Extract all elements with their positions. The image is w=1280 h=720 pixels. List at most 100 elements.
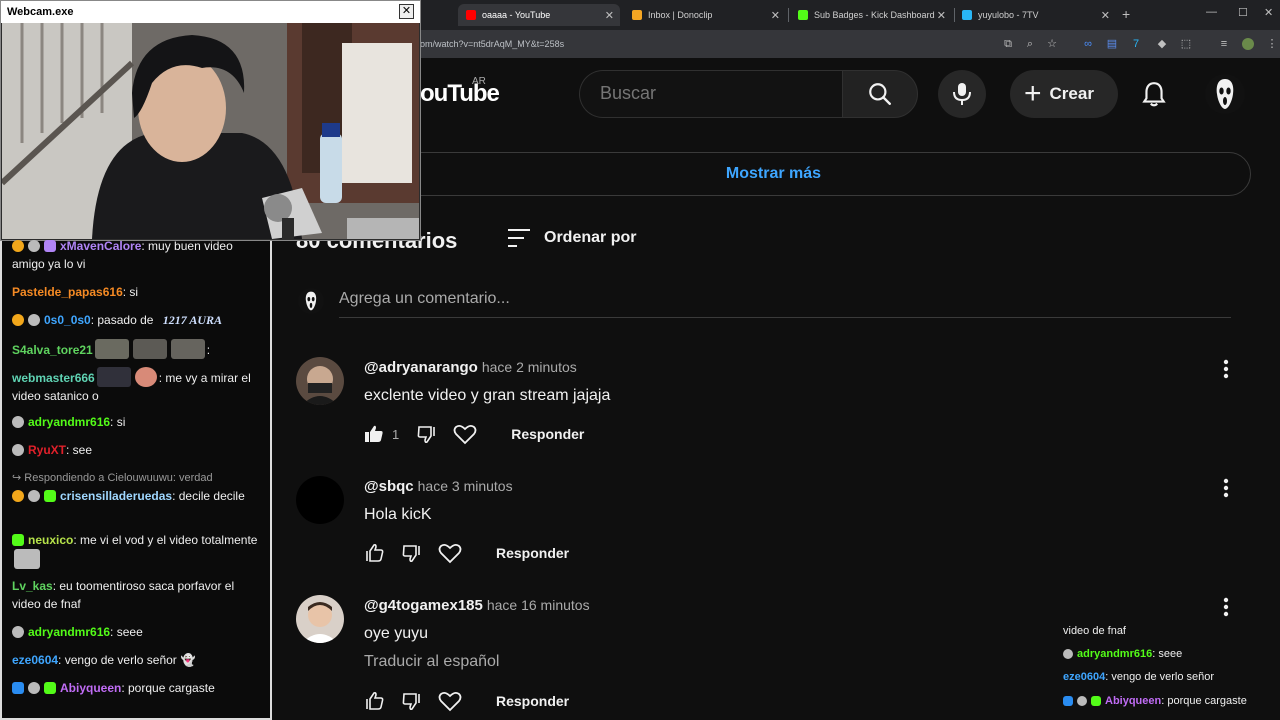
dislike-button[interactable] <box>398 539 426 567</box>
reply-button[interactable]: Responder <box>511 426 584 442</box>
chat-text: : me vi el vod y el video totalmente <box>73 533 258 547</box>
commenter-avatar[interactable] <box>296 595 344 643</box>
browser-menu-icon[interactable]: ⋮ <box>1266 38 1278 50</box>
chat-username[interactable]: adryandmr616 <box>28 625 110 639</box>
chat-username[interactable]: adryandmr616 <box>28 415 110 429</box>
sort-comments-button[interactable]: Ordenar por <box>506 227 636 249</box>
chat-username[interactable]: neuxico <box>28 533 73 547</box>
extension-diamond-icon[interactable]: ◆ <box>1156 38 1168 50</box>
like-button[interactable] <box>360 687 388 715</box>
translate-link[interactable]: Traducir al español <box>364 653 499 671</box>
comment-menu-button[interactable] <box>1216 595 1236 619</box>
close-tab-icon[interactable]: ✕ <box>937 9 946 22</box>
commenter-avatar[interactable] <box>296 357 344 405</box>
search-box[interactable] <box>579 70 842 118</box>
user-avatar[interactable] <box>1205 74 1245 114</box>
close-window-icon[interactable]: ✕ <box>1264 6 1273 19</box>
comment-author[interactable]: @adryanarango hace 2 minutos <box>364 359 577 376</box>
add-comment-input[interactable]: Agrega un comentario... <box>339 290 1231 318</box>
install-app-icon[interactable]: ⧉ <box>1002 38 1014 50</box>
tab-youtube[interactable]: oaaaa - YouTube ✕ <box>458 4 620 26</box>
reply-arrow-icon: ↪ <box>12 472 25 484</box>
mini-chat-line: video de fnaf <box>1063 625 1126 637</box>
7tv-extension-icon[interactable]: 7 <box>1130 38 1142 50</box>
media-controls-icon[interactable]: ≡ <box>1218 38 1230 50</box>
close-tab-icon[interactable]: ✕ <box>771 9 780 22</box>
search-button[interactable] <box>842 70 918 118</box>
heart-button[interactable] <box>436 539 464 567</box>
youtube-logo[interactable]: ouTube <box>420 80 500 108</box>
search-icon <box>869 83 891 105</box>
webcam-close-icon[interactable]: ✕ <box>399 4 414 19</box>
close-tab-icon[interactable]: ✕ <box>1101 9 1110 22</box>
voice-search-button[interactable] <box>938 70 986 118</box>
new-tab-icon[interactable]: + <box>1122 6 1130 22</box>
chat-message: 0s0_0s0: pasado de 1217 AURA <box>12 311 262 329</box>
bookmark-star-icon[interactable]: ☆ <box>1046 38 1058 50</box>
create-button[interactable]: + Crear <box>1010 70 1118 118</box>
chat-username[interactable]: Lv_kas <box>12 579 53 593</box>
maximize-icon[interactable]: ☐ <box>1238 6 1248 19</box>
dislike-button[interactable] <box>413 420 441 448</box>
chat-username[interactable]: Abiyqueen <box>60 681 121 695</box>
emote-image <box>96 367 131 387</box>
heart-button[interactable] <box>451 420 479 448</box>
reply-context[interactable]: ↪ Respondiendo a Cielouwuuwu: verdad <box>12 469 262 487</box>
zoom-icon[interactable]: ⌕ <box>1024 38 1036 50</box>
url-text[interactable]: om/watch?v=nt5drAqM_MY&t=258s <box>420 39 564 49</box>
chat-username[interactable]: S4alva_tore21 <box>12 343 93 357</box>
author-name[interactable]: @sbqc <box>364 478 414 495</box>
chat-username: adryandmr616 <box>1077 648 1153 660</box>
comment-author[interactable]: @sbqc hace 3 minutos <box>364 478 513 495</box>
extensions-puzzle-icon[interactable]: ⬚ <box>1180 38 1192 50</box>
reply-button[interactable]: Responder <box>496 545 569 561</box>
reply-button[interactable]: Responder <box>496 693 569 709</box>
chat-username[interactable]: webmaster666 <box>12 371 95 385</box>
mini-chat-text: video de fnaf <box>1063 625 1126 637</box>
emote-image <box>94 339 129 359</box>
mini-chat-line: eze0604: vengo de verlo señor <box>1063 671 1214 683</box>
dislike-button[interactable] <box>398 687 426 715</box>
chat-username[interactable]: eze0604 <box>12 653 58 667</box>
thumbs-down-icon <box>417 426 436 444</box>
microphone-icon <box>953 83 971 105</box>
comment-time[interactable]: hace 3 minutos <box>418 478 513 494</box>
translate-extension-icon[interactable]: ▤ <box>1106 38 1118 50</box>
mini-chat-text: : porque cargaste <box>1161 695 1247 707</box>
author-name[interactable]: @g4togamex185 <box>364 597 483 614</box>
bits-badge-icon <box>12 314 24 326</box>
minimize-icon[interactable]: — <box>1206 6 1217 18</box>
comment-menu-button[interactable] <box>1216 476 1236 500</box>
webcam-title: Webcam.exe <box>1 1 420 23</box>
chat-text: : <box>206 343 211 357</box>
search-input[interactable] <box>600 83 820 104</box>
chat-username[interactable]: xMavenCalore <box>60 239 141 253</box>
author-name[interactable]: @adryanarango <box>364 359 478 376</box>
chat-username[interactable]: RyuXT <box>28 443 66 457</box>
comment-text: oye yuyu <box>364 625 429 642</box>
extension-icon[interactable]: ∞ <box>1082 38 1094 50</box>
like-button[interactable] <box>360 420 388 448</box>
heart-button[interactable] <box>436 687 464 715</box>
commenter-avatar[interactable] <box>296 476 344 524</box>
close-tab-icon[interactable]: ✕ <box>605 9 614 22</box>
tab-7tv[interactable]: yuyulobo - 7TV ✕ <box>954 4 1116 26</box>
heart-icon <box>438 543 462 564</box>
bits-badge-icon <box>12 240 24 252</box>
notifications-button[interactable] <box>1132 72 1176 116</box>
emote-image <box>132 339 167 359</box>
chat-username[interactable]: crisensilladeruedas <box>60 489 172 503</box>
chat-username[interactable]: Pastelde_papas616 <box>12 285 123 299</box>
tab-kick-dashboard[interactable]: Sub Badges - Kick Dashboard ✕ <box>790 4 952 26</box>
comment-menu-button[interactable] <box>1216 357 1236 381</box>
reply-context-text: Respondiendo a Cielouwuuwu: verdad <box>24 472 213 484</box>
like-button[interactable] <box>360 539 388 567</box>
comment-time[interactable]: hace 2 minutos <box>482 359 577 375</box>
comment-author[interactable]: @g4togamex185 hace 16 minutos <box>364 597 590 614</box>
tab-donoclip[interactable]: Inbox | Donoclip ✕ <box>624 4 786 26</box>
comment-time[interactable]: hace 16 minutos <box>487 597 590 613</box>
profile-avatar-icon[interactable] <box>1242 38 1254 50</box>
webcam-feed <box>2 23 419 239</box>
show-more-button[interactable]: Mostrar más <box>296 152 1251 196</box>
chat-username[interactable]: 0s0_0s0 <box>44 313 91 327</box>
